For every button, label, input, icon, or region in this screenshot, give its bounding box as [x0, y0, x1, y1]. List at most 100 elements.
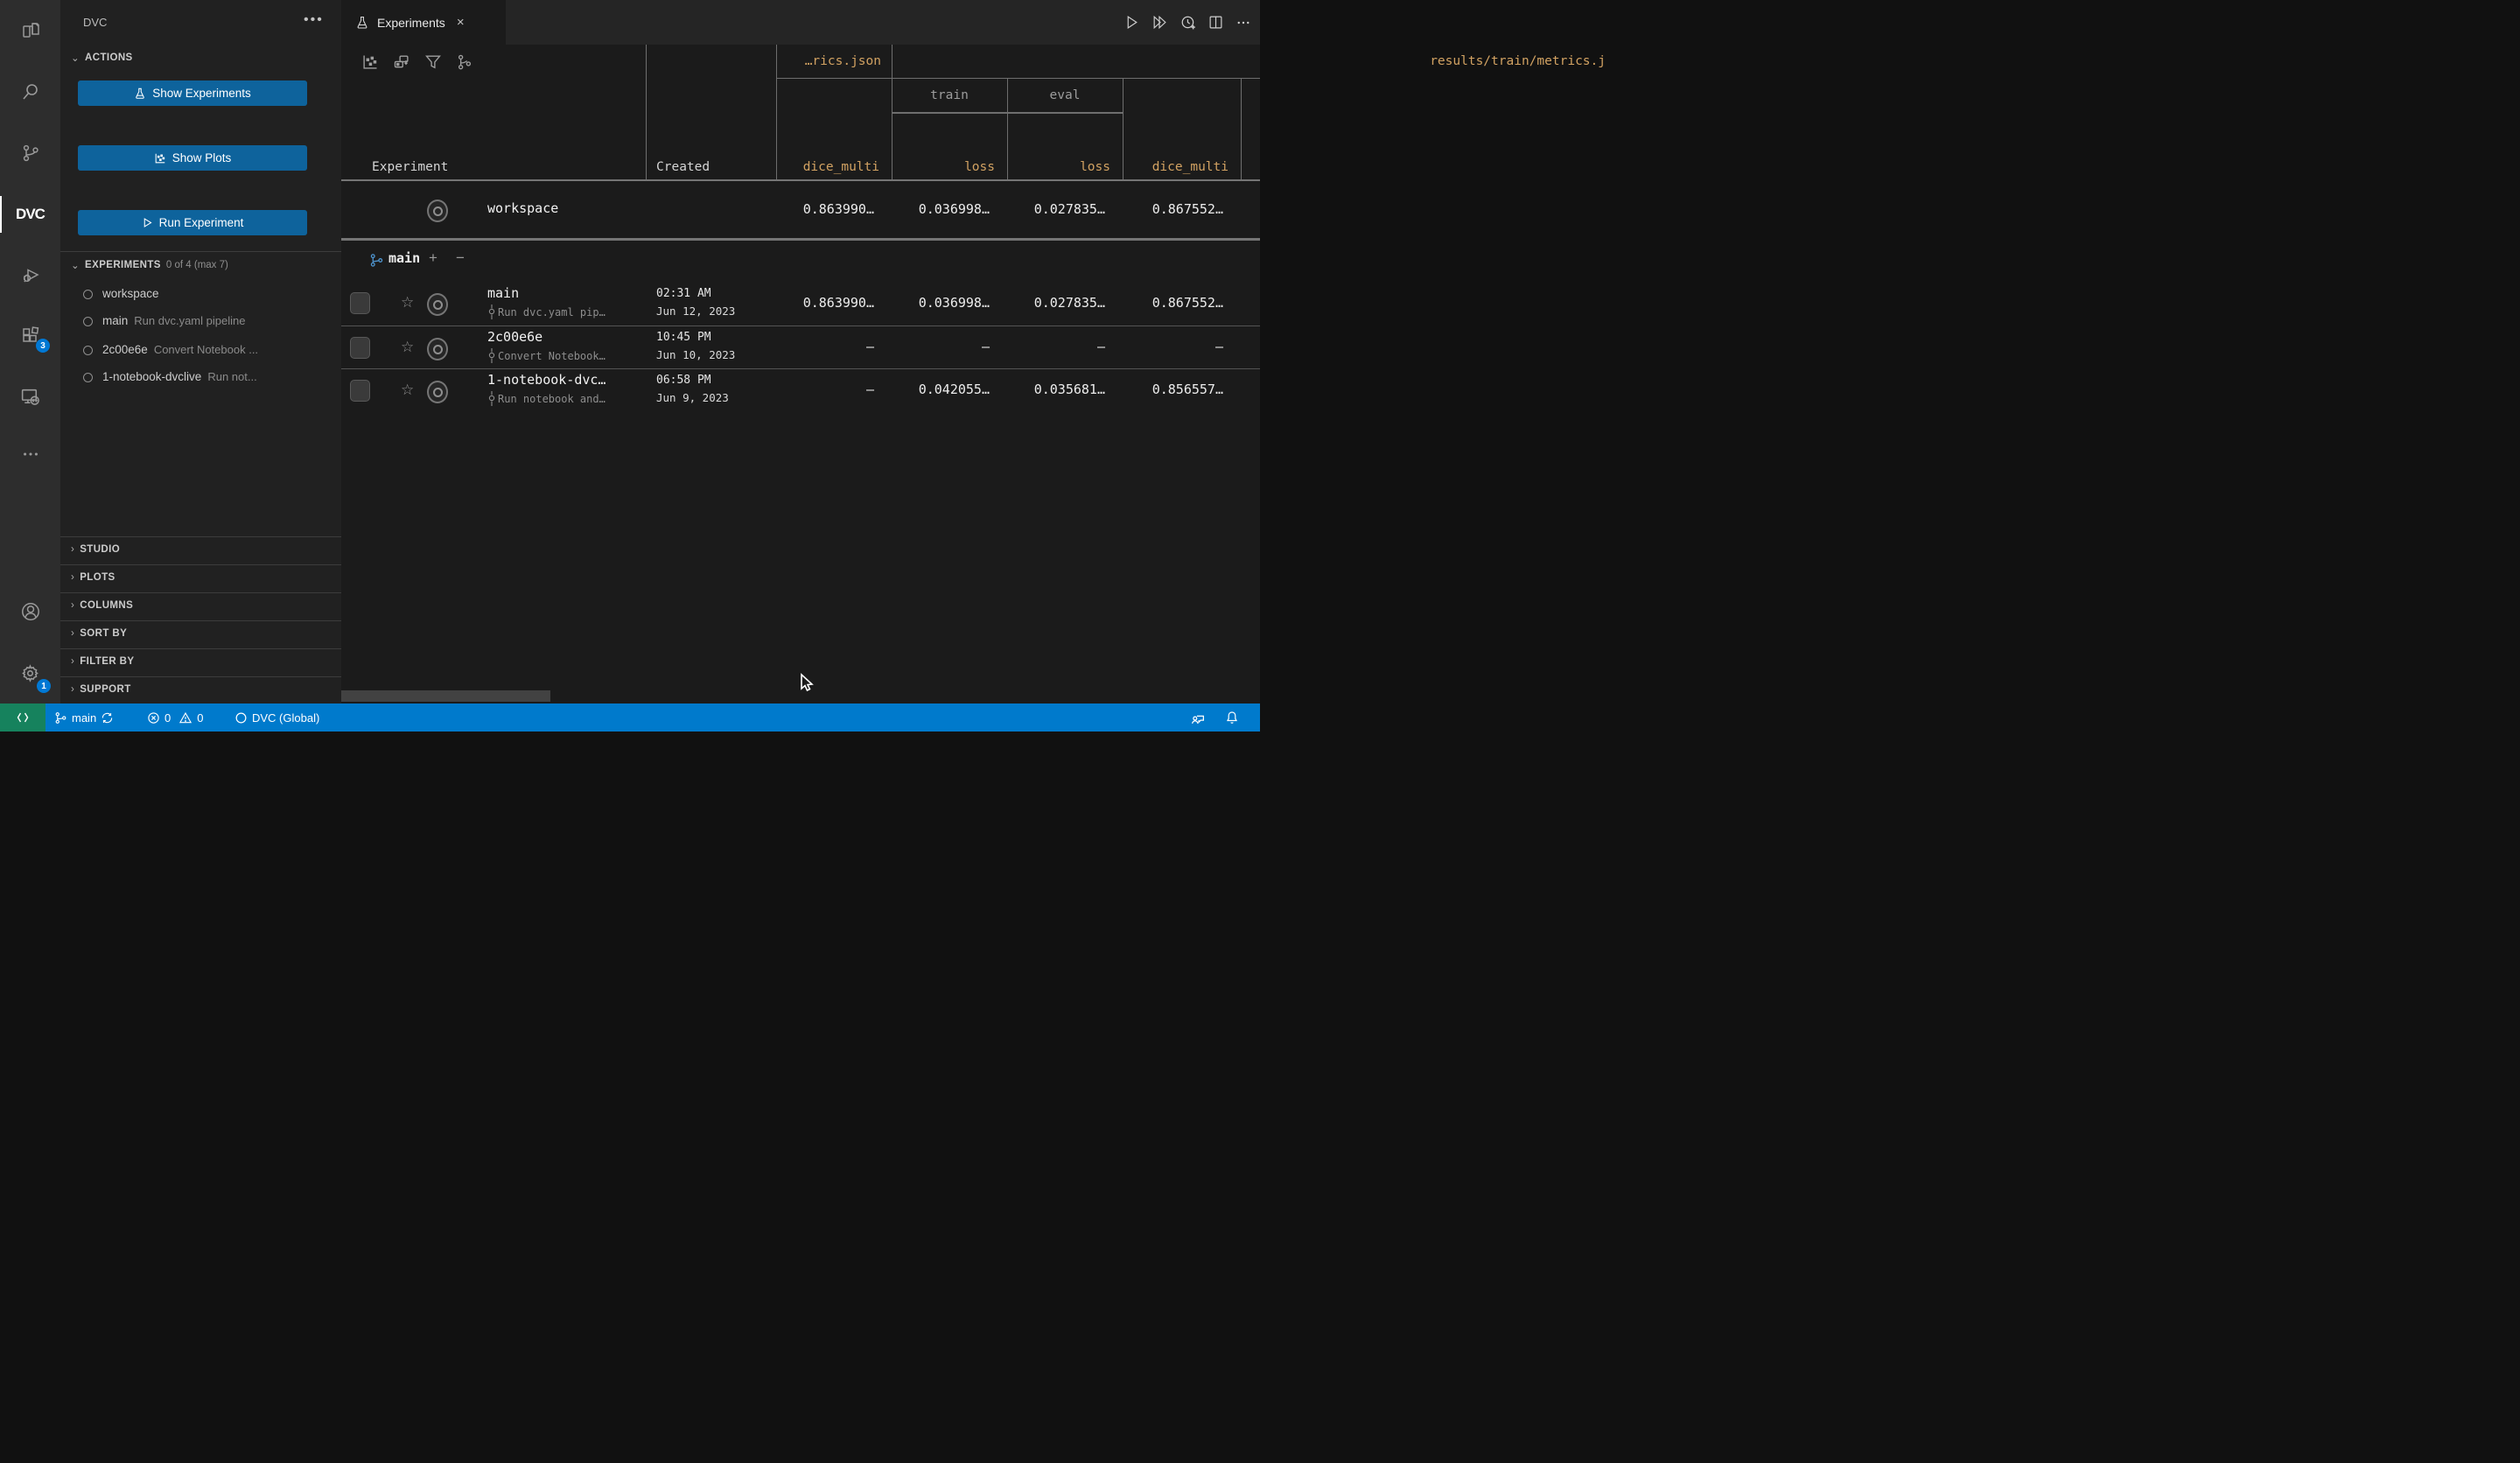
- table-row-1-notebook[interactable]: ☆ 1-notebook-dvc… Run notebook and… 06:5…: [341, 369, 1260, 412]
- expand-icon[interactable]: +: [429, 249, 438, 267]
- queue-clock-icon[interactable]: [1180, 15, 1196, 31]
- dvc-global-status-item[interactable]: DVC (Global): [234, 704, 319, 732]
- search-icon[interactable]: [0, 72, 60, 112]
- dvc-logo: DVC: [16, 206, 45, 223]
- cell-value: 0.863990…: [776, 201, 874, 217]
- row-checkbox[interactable]: [350, 380, 370, 402]
- show-plots-button[interactable]: Show Plots: [78, 145, 307, 171]
- section-filter-by[interactable]: ›FILTER BY: [60, 649, 341, 676]
- extensions-badge: 3: [36, 339, 50, 353]
- settings-gear-icon[interactable]: 1: [0, 653, 60, 693]
- remote-indicator[interactable]: [0, 704, 46, 732]
- branch-status-item[interactable]: main: [54, 704, 114, 732]
- sidebar-item-workspace[interactable]: workspace: [60, 282, 341, 308]
- cell-value: 0.856557…: [1123, 382, 1223, 397]
- remote-explorer-icon[interactable]: [0, 376, 60, 416]
- grid-line: [776, 78, 1260, 79]
- grid-line: [646, 45, 647, 180]
- branches-icon[interactable]: [456, 53, 473, 71]
- chevron-right-icon: ›: [71, 684, 74, 695]
- activity-more-icon[interactable]: [0, 434, 60, 474]
- commit-desc: Run notebook and…: [487, 391, 606, 406]
- scatter-plot-icon: [154, 152, 166, 164]
- experiments-section-header[interactable]: ⌄ EXPERIMENTS 0 of 4 (max 7): [71, 259, 228, 271]
- plots-icon[interactable]: [361, 53, 379, 71]
- sidebar-item-2c00e6e[interactable]: 2c00e6eConvert Notebook ...: [60, 338, 341, 364]
- commit-icon: [487, 391, 496, 406]
- editor-area: Experiments ×: [341, 0, 1260, 704]
- table-row-workspace[interactable]: workspace 0.863990… 0.036998… 0.027835… …: [341, 180, 1260, 238]
- section-plots[interactable]: ›PLOTS: [60, 565, 341, 592]
- run-debug-icon[interactable]: [0, 256, 60, 296]
- extensions-icon[interactable]: 3: [0, 315, 60, 355]
- sidebar-title: DVC: [83, 16, 107, 29]
- cell-value: 0.036998…: [892, 295, 990, 311]
- sidebar-more-icon[interactable]: •••: [304, 12, 324, 28]
- close-icon[interactable]: ×: [457, 15, 465, 30]
- commit-desc: Convert Notebook…: [487, 348, 606, 363]
- row-checkbox[interactable]: [350, 337, 370, 359]
- sidebar-item-1-notebook-dvclive[interactable]: 1-notebook-dvcliveRun not...: [60, 365, 341, 391]
- settings-badge: 1: [37, 679, 51, 693]
- grid-line: [1241, 78, 1242, 180]
- filter-icon[interactable]: [424, 53, 442, 71]
- add-columns-icon[interactable]: [393, 53, 410, 71]
- commit-icon: [487, 348, 496, 363]
- cell-value: –: [1123, 339, 1223, 354]
- chevron-right-icon: ›: [71, 544, 74, 555]
- problems-status-item[interactable]: 0 0: [147, 704, 203, 732]
- cell-value: –: [892, 339, 990, 354]
- chevron-right-icon: ›: [71, 572, 74, 583]
- star-icon[interactable]: ☆: [401, 294, 414, 312]
- sidebar-item-main[interactable]: mainRun dvc.yaml pipeline: [60, 309, 341, 335]
- table-row-main[interactable]: ☆ main Run dvc.yaml pip… 02:31 AM Jun 12…: [341, 282, 1260, 326]
- flask-icon: [134, 88, 146, 100]
- notifications-status-item[interactable]: [1225, 704, 1239, 732]
- radio-icon[interactable]: [427, 338, 448, 360]
- file-header-metrics-json[interactable]: …rics.json: [776, 54, 881, 68]
- star-icon[interactable]: ☆: [401, 382, 414, 399]
- section-sort-by[interactable]: ›SORT BY: [60, 621, 341, 648]
- editor-actions: [1124, 0, 1251, 45]
- group-header-eval[interactable]: eval: [1007, 88, 1123, 102]
- feedback-status-item[interactable]: [1191, 704, 1206, 732]
- split-editor-icon[interactable]: [1208, 15, 1223, 30]
- more-actions-icon[interactable]: [1236, 15, 1251, 31]
- tab-label: Experiments: [377, 16, 445, 30]
- section-studio[interactable]: ›STUDIO: [60, 537, 341, 564]
- branch-name: main: [388, 250, 420, 266]
- section-columns[interactable]: ›COLUMNS: [60, 593, 341, 620]
- radio-icon[interactable]: [427, 381, 448, 403]
- actions-section-header[interactable]: ⌄ ACTIONS: [71, 52, 133, 64]
- feedback-icon: [1191, 710, 1206, 725]
- table-row-2c00e6e[interactable]: ☆ 2c00e6e Convert Notebook… 10:45 PM Jun…: [341, 326, 1260, 369]
- dvc-view-icon[interactable]: DVC: [0, 194, 60, 234]
- row-checkbox[interactable]: [350, 292, 370, 314]
- circle-icon: [234, 711, 248, 724]
- chevron-right-icon: ›: [71, 600, 74, 611]
- section-support[interactable]: ›SUPPORT: [60, 677, 341, 704]
- run-experiment-button[interactable]: Run Experiment: [78, 210, 307, 235]
- show-experiments-button[interactable]: Show Experiments: [78, 80, 307, 106]
- run-all-icon[interactable]: [1152, 15, 1168, 30]
- tab-bar: Experiments ×: [341, 0, 1260, 45]
- collapse-icon[interactable]: −: [456, 249, 465, 267]
- source-control-icon[interactable]: [0, 133, 60, 173]
- explorer-icon[interactable]: [0, 10, 60, 51]
- tab-experiments[interactable]: Experiments ×: [341, 0, 506, 45]
- run-icon[interactable]: [1124, 15, 1139, 30]
- cell-value: 0.042055…: [892, 382, 990, 397]
- play-icon: [142, 217, 153, 228]
- file-header-results-train-metrics[interactable]: results/train/metrics.j: [1129, 54, 1606, 68]
- radio-icon[interactable]: [427, 293, 448, 316]
- status-bar: main 0 0 DVC (Global): [0, 704, 1260, 732]
- star-icon[interactable]: ☆: [401, 339, 414, 356]
- dvc-sidebar: DVC ••• ⌄ ACTIONS Show Experiments Show …: [60, 0, 341, 704]
- cell-value: –: [776, 339, 874, 354]
- horizontal-scrollbar[interactable]: [341, 690, 550, 702]
- radio-icon[interactable]: [427, 200, 448, 222]
- error-icon: [147, 711, 160, 724]
- group-header-train[interactable]: train: [892, 88, 1007, 102]
- branch-row-main: main + −: [341, 241, 1260, 282]
- account-icon[interactable]: [0, 592, 60, 632]
